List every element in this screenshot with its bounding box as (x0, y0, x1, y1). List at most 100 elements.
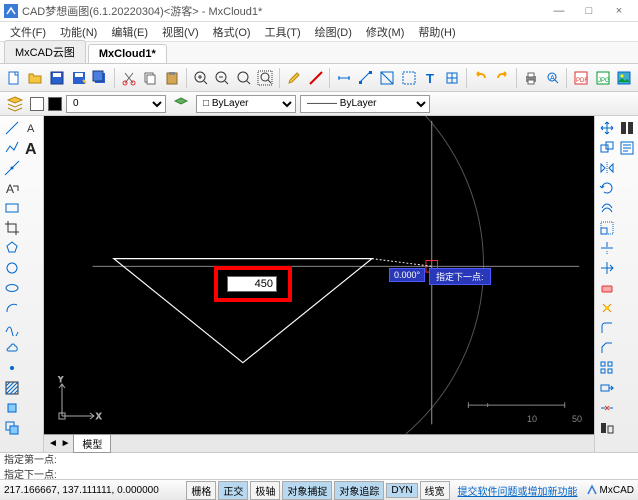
align-tool[interactable] (597, 418, 616, 437)
status-dyn-toggle[interactable]: DYN (386, 483, 417, 498)
join-tool[interactable] (617, 118, 636, 137)
layer-select[interactable]: 0 (66, 95, 166, 113)
mtext-tool[interactable]: A (22, 118, 41, 137)
extend-tool[interactable] (597, 258, 616, 277)
model-tab[interactable]: 模型 (73, 434, 111, 453)
spline-tool[interactable] (2, 318, 21, 337)
zoom-extents-button[interactable] (256, 67, 276, 89)
status-osnap-toggle[interactable]: 对象捕捉 (282, 481, 332, 500)
polyline-tool[interactable] (2, 138, 21, 157)
arc-tool[interactable] (2, 298, 21, 317)
insert-block-tool[interactable] (2, 398, 21, 417)
status-grid-toggle[interactable]: 栅格 (186, 481, 216, 500)
drawing-canvas[interactable]: 0.000° 指定下一点: YX 10 50 (44, 116, 594, 434)
linetype-select[interactable]: ——— ByLayer (300, 95, 430, 113)
pencil-icon[interactable] (284, 67, 304, 89)
layer-manager-button[interactable] (4, 93, 26, 115)
crop-tool[interactable] (2, 218, 21, 237)
minimize-button[interactable]: — (544, 1, 574, 21)
status-lineweight-toggle[interactable]: 线宽 (420, 481, 450, 500)
text-button[interactable]: T (421, 67, 441, 89)
menu-file[interactable]: 文件(F) (4, 22, 52, 42)
properties-tool[interactable] (617, 138, 636, 157)
point-tool[interactable] (2, 358, 21, 377)
save-button[interactable] (47, 67, 67, 89)
fillet-tool[interactable] (597, 318, 616, 337)
menu-function[interactable]: 功能(N) (54, 22, 103, 42)
menu-help[interactable]: 帮助(H) (412, 22, 461, 42)
a-big-tool[interactable]: A (22, 138, 41, 157)
revcloud-tool[interactable] (2, 338, 21, 357)
tab-mxcad-cloud[interactable]: MxCAD云图 (4, 40, 86, 63)
select-all-button[interactable] (399, 67, 419, 89)
zoom-out-button[interactable] (212, 67, 232, 89)
zoom-in-button[interactable] (191, 67, 211, 89)
redo-button[interactable] (493, 67, 513, 89)
export-jpg-button[interactable]: JPG (593, 67, 613, 89)
break-tool[interactable] (597, 398, 616, 417)
menu-format[interactable]: 格式(O) (207, 22, 257, 42)
measure-distance-button[interactable] (356, 67, 376, 89)
close-button[interactable]: × (604, 1, 634, 21)
ellipse-tool[interactable] (2, 278, 21, 297)
trim-tool[interactable] (597, 238, 616, 257)
offset-tool[interactable] (597, 198, 616, 217)
scale-tool[interactable] (597, 218, 616, 237)
status-polar-toggle[interactable]: 极轴 (250, 481, 280, 500)
line-color-icon[interactable] (306, 67, 326, 89)
paste-button[interactable] (162, 67, 182, 89)
circle-tool[interactable] (2, 258, 21, 277)
tab-mxcloud1[interactable]: MxCloud1* (88, 44, 167, 63)
copy-button[interactable] (141, 67, 161, 89)
rectangle-tool[interactable] (2, 198, 21, 217)
export-pdf-button[interactable]: PDF (571, 67, 591, 89)
explode-tool[interactable] (597, 298, 616, 317)
status-ortho-toggle[interactable]: 正交 (218, 481, 248, 500)
brand-icon (586, 484, 598, 496)
rotate-tool[interactable] (597, 178, 616, 197)
xline-tool[interactable] (2, 158, 21, 177)
feedback-link[interactable]: 提交软件问题或增加新功能 (452, 483, 584, 498)
color-select[interactable]: □ ByLayer (196, 95, 296, 113)
hatch-tool[interactable] (2, 378, 21, 397)
block-button[interactable] (442, 67, 462, 89)
maximize-button[interactable]: □ (574, 1, 604, 21)
menu-edit[interactable]: 编辑(E) (105, 22, 154, 42)
mirror-tool[interactable] (597, 158, 616, 177)
make-block-tool[interactable] (2, 418, 21, 437)
menu-modify[interactable]: 修改(M) (360, 22, 411, 42)
scale-labels: 10 50 (527, 414, 582, 424)
main-toolbar: T A PDF JPG (0, 64, 638, 92)
status-otrack-toggle[interactable]: 对象追踪 (334, 481, 384, 500)
move-tool[interactable] (597, 118, 616, 137)
distance-input[interactable] (227, 276, 277, 292)
saveas-button[interactable] (69, 67, 89, 89)
measure-area-button[interactable] (378, 67, 398, 89)
export-image-button[interactable] (614, 67, 634, 89)
cut-button[interactable] (119, 67, 139, 89)
save-all-button[interactable] (91, 67, 111, 89)
new-file-button[interactable] (4, 67, 24, 89)
dimension-icon[interactable] (334, 67, 354, 89)
color-white-swatch[interactable] (30, 97, 44, 111)
menu-tools[interactable]: 工具(T) (259, 22, 307, 42)
line-tool[interactable] (2, 118, 21, 137)
menu-draw[interactable]: 绘图(D) (309, 22, 358, 42)
zoom-window-button[interactable] (234, 67, 254, 89)
tab-nav-arrows[interactable]: ◄ ► (48, 438, 71, 449)
erase-tool[interactable] (597, 278, 616, 297)
layer-states-button[interactable] (170, 93, 192, 115)
find-button[interactable]: A (543, 67, 563, 89)
color-black-swatch[interactable] (48, 97, 62, 111)
copy-tool[interactable] (597, 138, 616, 157)
print-button[interactable] (521, 67, 541, 89)
open-file-button[interactable] (26, 67, 46, 89)
command-area[interactable]: 指定第一点: 指定下一点: (0, 452, 638, 480)
array-tool[interactable] (597, 358, 616, 377)
text-tool[interactable]: A (2, 178, 21, 197)
polygon-tool[interactable] (2, 238, 21, 257)
undo-button[interactable] (471, 67, 491, 89)
menu-view[interactable]: 视图(V) (156, 22, 205, 42)
stretch-tool[interactable] (597, 378, 616, 397)
chamfer-tool[interactable] (597, 338, 616, 357)
